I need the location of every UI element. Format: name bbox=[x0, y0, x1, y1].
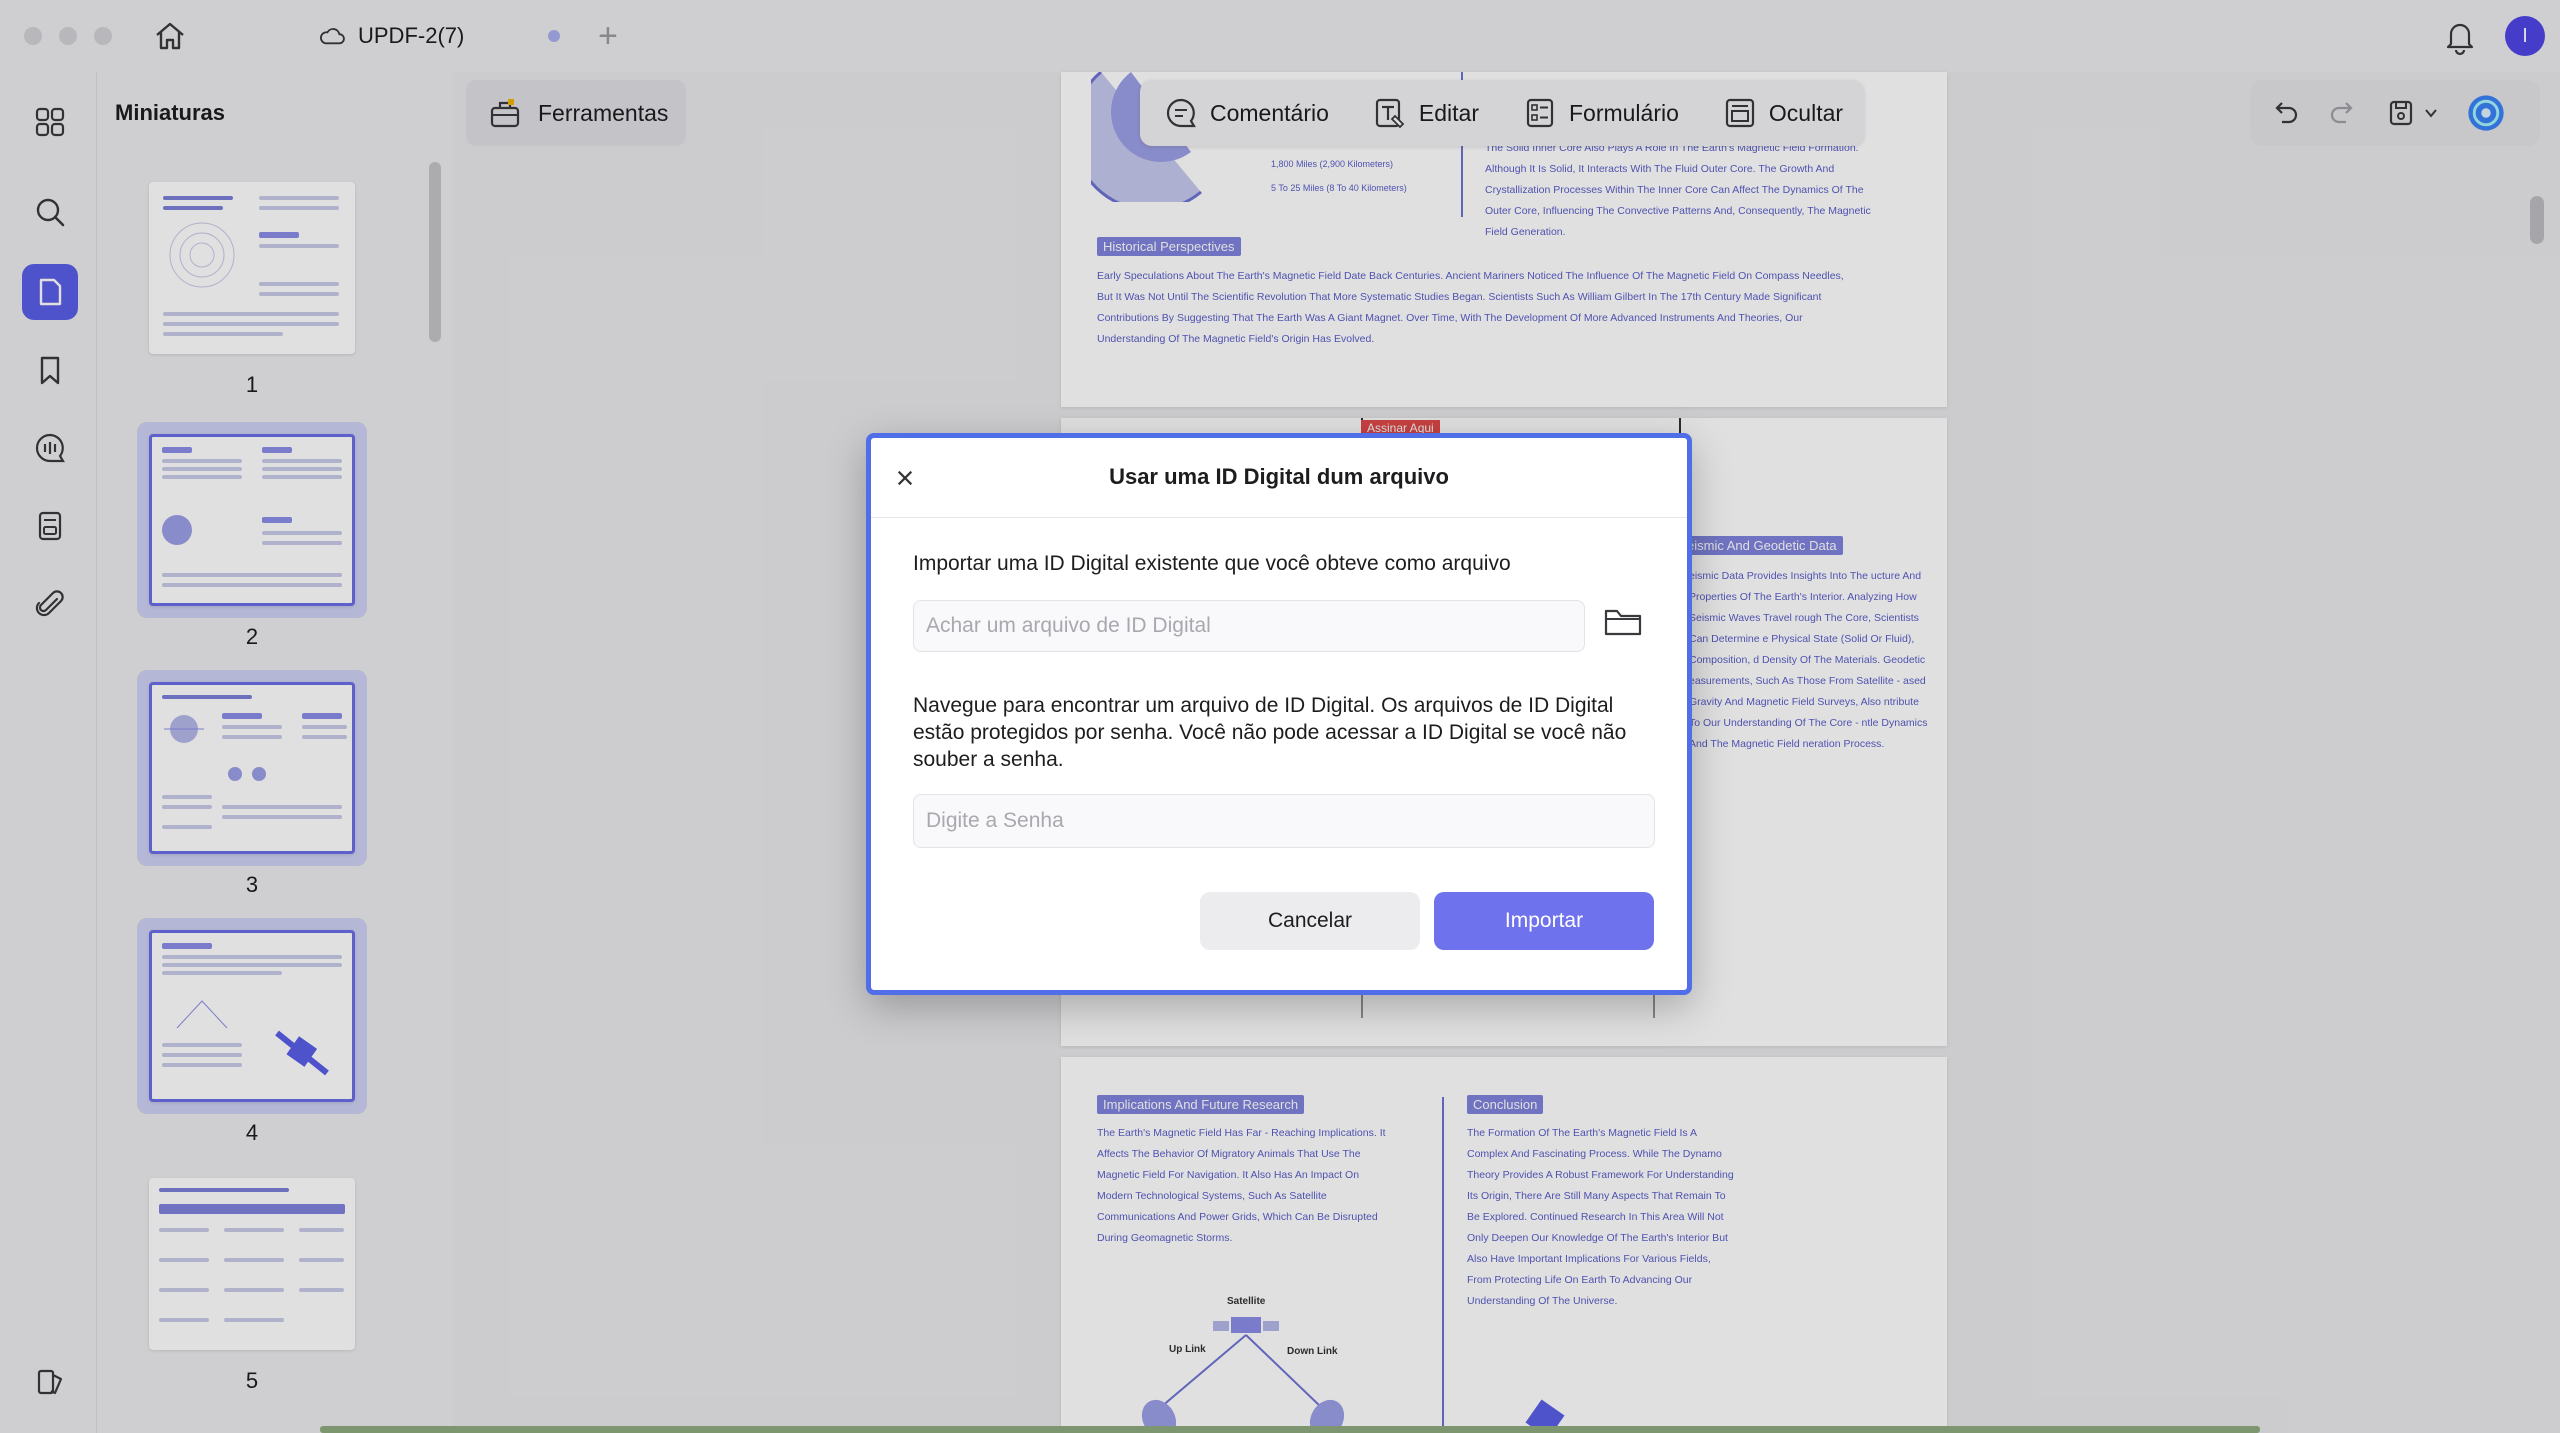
password-field[interactable] bbox=[913, 794, 1655, 848]
digital-id-dialog: Usar uma ID Digital dum arquivo Importar… bbox=[866, 433, 1692, 995]
dialog-header: Usar uma ID Digital dum arquivo bbox=[871, 438, 1687, 518]
cancel-button[interactable]: Cancelar bbox=[1200, 892, 1420, 950]
import-button[interactable]: Importar bbox=[1434, 892, 1654, 950]
dialog-title: Usar uma ID Digital dum arquivo bbox=[1109, 464, 1449, 489]
bottom-edge-strip bbox=[320, 1426, 2260, 1433]
import-instruction: Importar uma ID Digital existente que vo… bbox=[913, 552, 1511, 575]
dialog-description: Navegue para encontrar um arquivo de ID … bbox=[913, 694, 1627, 771]
browse-folder-button[interactable] bbox=[1599, 598, 1647, 646]
digital-id-file-input[interactable] bbox=[913, 600, 1585, 652]
folder-icon bbox=[1604, 609, 1642, 636]
